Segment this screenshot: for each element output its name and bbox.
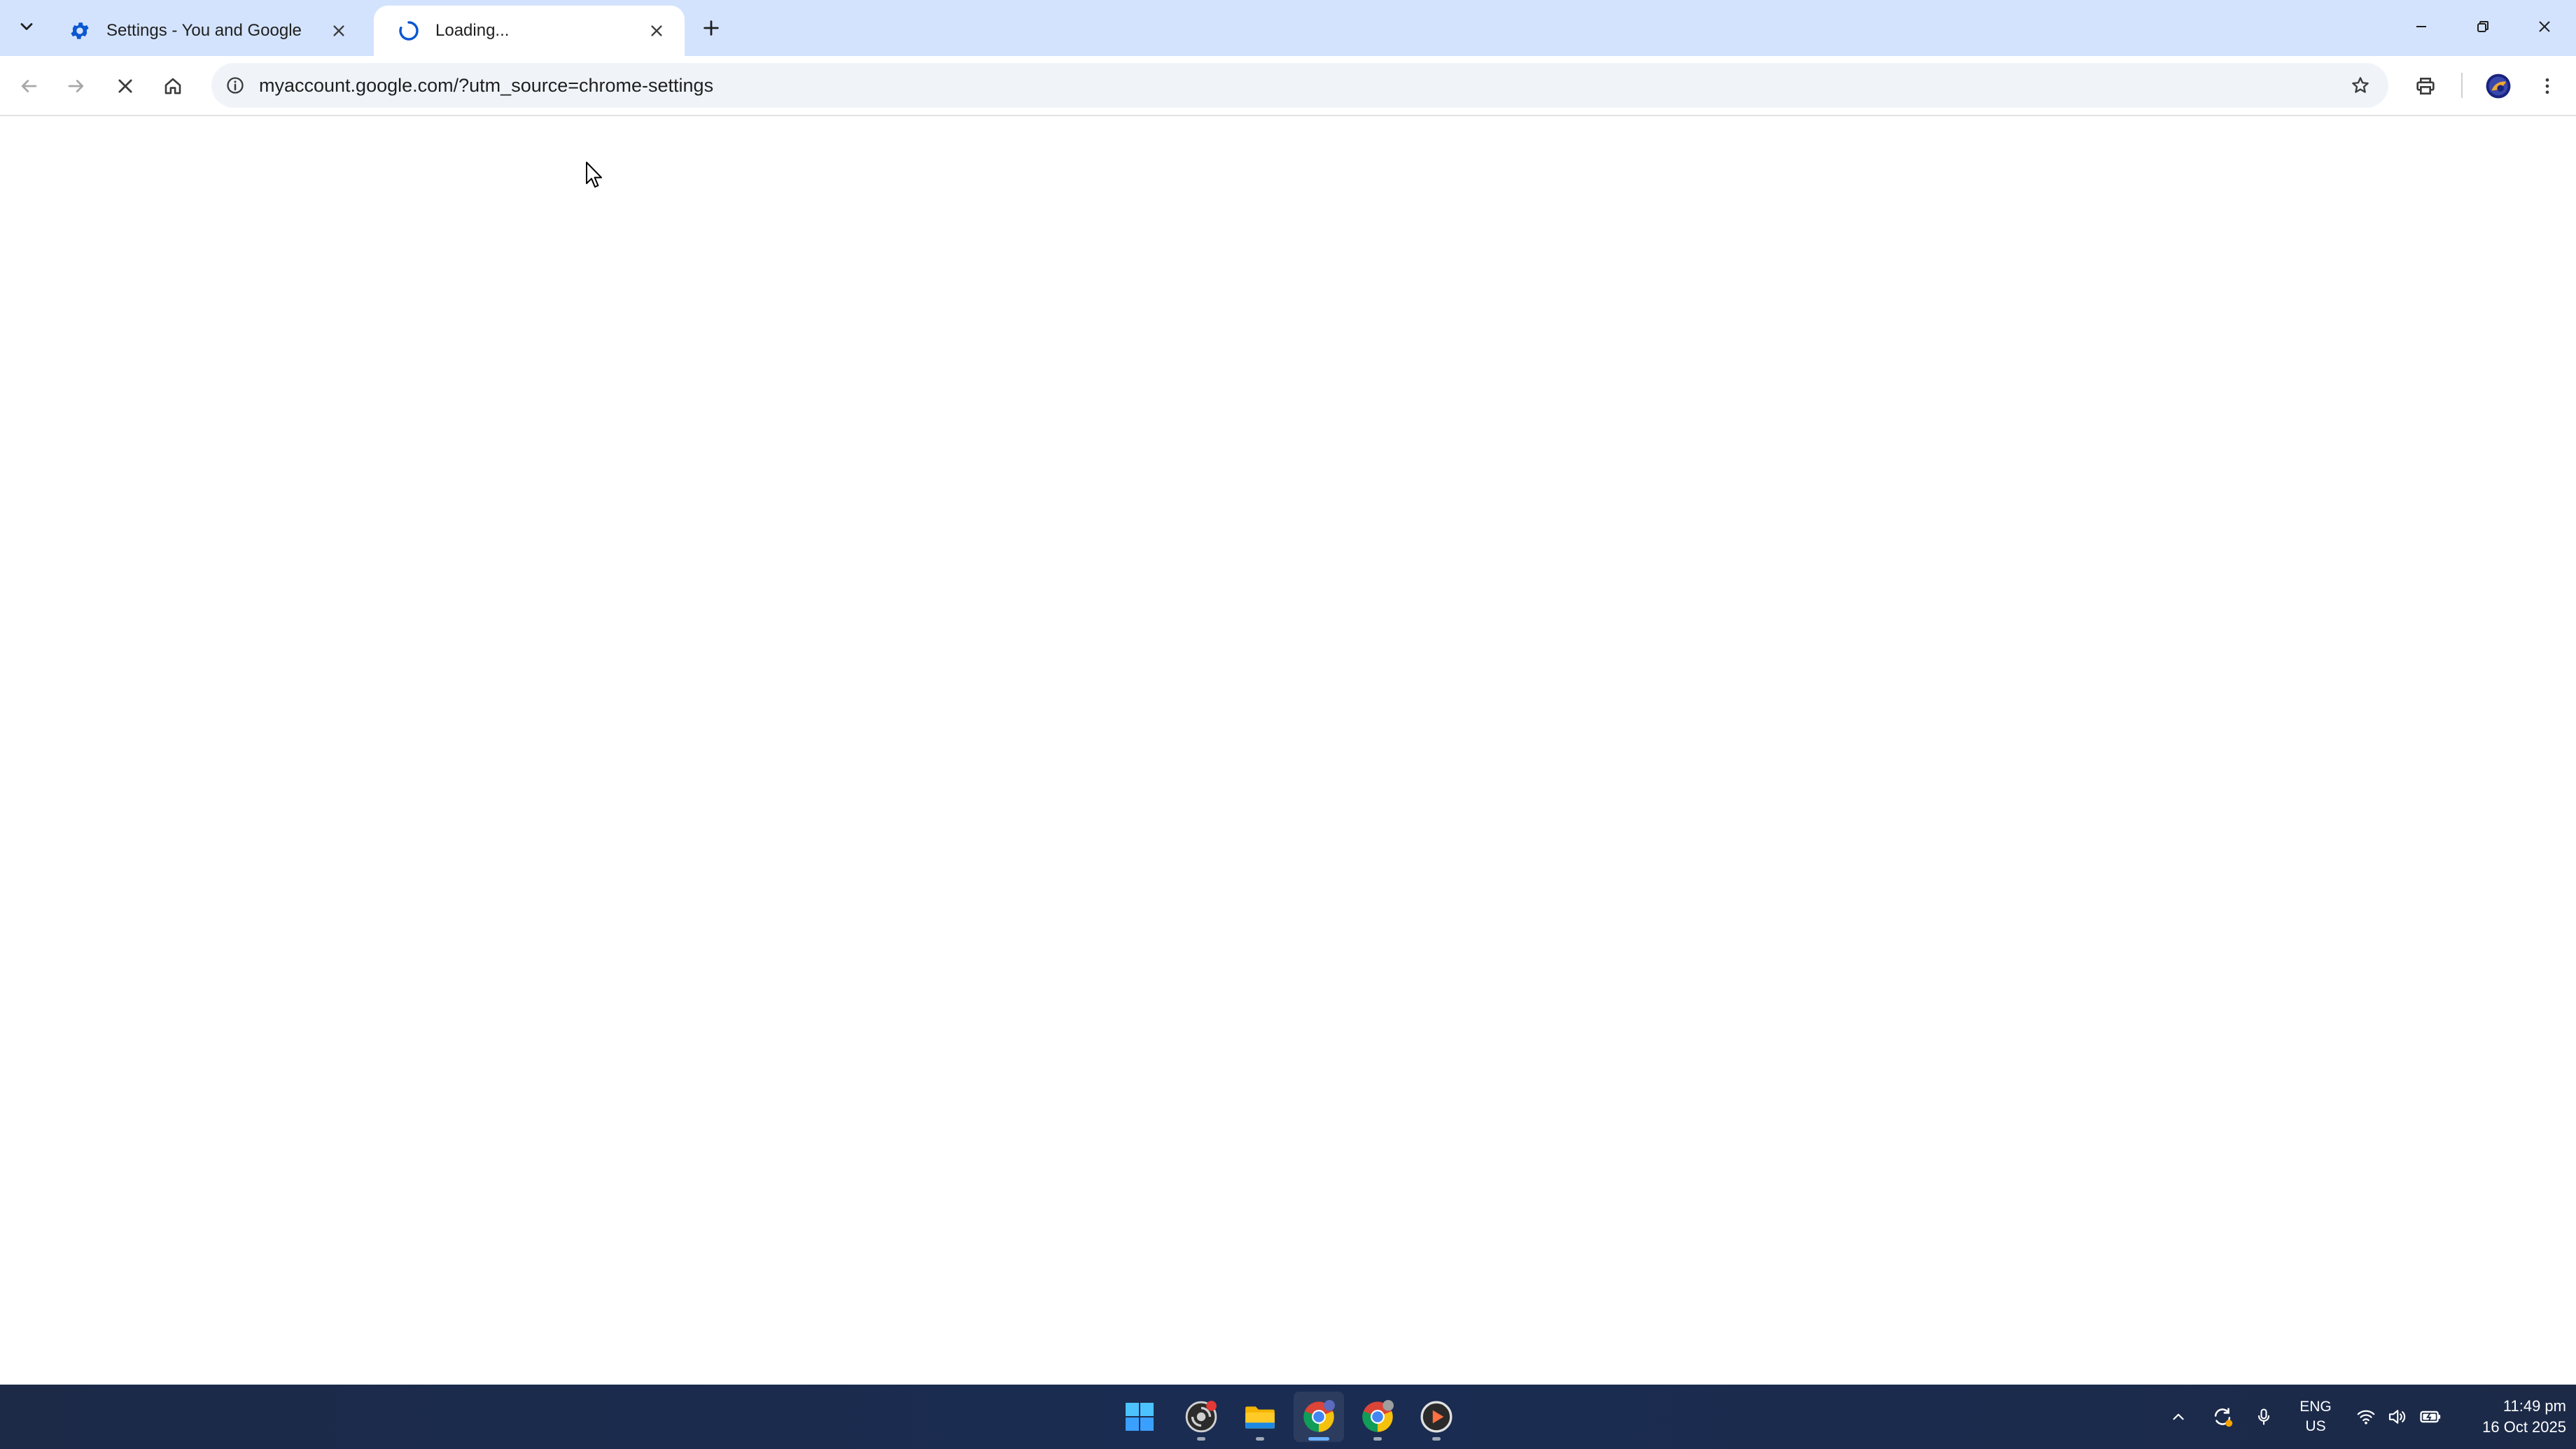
toolbar-divider	[2461, 73, 2463, 98]
language-code: ENG	[2300, 1399, 2332, 1415]
chrome-icon	[1303, 1399, 1335, 1432]
close-icon	[118, 79, 132, 93]
print-button[interactable]	[2408, 69, 2443, 104]
network-button[interactable]	[2352, 1385, 2380, 1449]
more-vertical-icon	[2545, 78, 2549, 94]
avatar-icon	[2486, 74, 2511, 99]
running-indicator	[1432, 1437, 1441, 1441]
bookmark-button[interactable]	[2345, 70, 2376, 101]
running-indicator	[1373, 1437, 1382, 1441]
sync-icon	[2214, 1408, 2233, 1427]
back-button[interactable]	[11, 69, 46, 104]
arrow-left-icon	[21, 80, 37, 92]
new-tab-button[interactable]	[696, 13, 727, 43]
info-icon	[227, 77, 244, 94]
address-bar[interactable]: myaccount.google.com/?utm_source=chrome-…	[211, 63, 2388, 108]
chevron-up-icon	[2173, 1413, 2184, 1420]
microphone-icon	[2258, 1408, 2270, 1425]
plus-icon	[704, 20, 719, 36]
restore-button[interactable]	[2453, 0, 2513, 53]
file-explorer-icon	[1245, 1406, 1275, 1429]
browser-toolbar: myaccount.google.com/?utm_source=chrome-…	[0, 56, 2576, 116]
battery-button[interactable]	[2415, 1385, 2446, 1449]
screen: Settings - You and Google Loading... mya…	[0, 0, 2576, 1449]
show-hidden-icons-button[interactable]	[2164, 1385, 2192, 1449]
wifi-icon	[2357, 1410, 2375, 1424]
taskbar-chrome-profile[interactable]	[1176, 1392, 1226, 1442]
gear-icon	[67, 18, 92, 43]
clock-time: 11:49 pm	[2502, 1397, 2566, 1415]
taskbar-file-explorer[interactable]	[1235, 1392, 1285, 1442]
close-icon	[651, 25, 662, 36]
restore-icon	[2477, 21, 2488, 32]
speaker-icon	[2388, 1410, 2406, 1424]
tab-search-button[interactable]	[10, 10, 43, 43]
home-button[interactable]	[155, 69, 190, 104]
running-indicator	[1197, 1437, 1205, 1441]
tab-title: Settings - You and Google	[106, 21, 302, 40]
clock-date: 16 Oct 2025	[2482, 1418, 2566, 1436]
microphone-button[interactable]	[2250, 1385, 2278, 1449]
chrome-icon	[1362, 1399, 1394, 1432]
close-tab-button[interactable]	[325, 17, 353, 45]
start-button[interactable]	[1114, 1392, 1165, 1442]
close-window-button[interactable]	[2514, 0, 2575, 53]
minimize-icon	[2416, 26, 2426, 27]
running-indicator	[1256, 1437, 1264, 1441]
minimize-button[interactable]	[2391, 0, 2451, 53]
stop-loading-button[interactable]	[108, 69, 143, 104]
chrome-menu-button[interactable]	[2530, 69, 2565, 104]
taskbar-chrome-2[interactable]	[1352, 1392, 1403, 1442]
loading-spinner-icon	[396, 18, 421, 43]
printer-icon	[2416, 78, 2435, 94]
close-tab-button[interactable]	[643, 17, 671, 45]
volume-button[interactable]	[2383, 1385, 2411, 1449]
url-text[interactable]: myaccount.google.com/?utm_source=chrome-…	[259, 63, 713, 108]
media-player-icon	[1420, 1401, 1452, 1433]
profile-avatar-button[interactable]	[2481, 69, 2516, 104]
tab-loading[interactable]: Loading...	[374, 6, 685, 56]
close-icon	[2539, 21, 2550, 32]
arrow-right-icon	[68, 80, 84, 92]
start-icon	[1126, 1403, 1154, 1431]
tab-settings[interactable]: Settings - You and Google	[45, 6, 367, 56]
keyboard-layout: US	[2305, 1418, 2326, 1434]
home-icon	[164, 78, 181, 94]
tab-title: Loading...	[435, 21, 510, 40]
close-icon	[333, 25, 344, 36]
tab-strip: Settings - You and Google Loading...	[0, 0, 2576, 56]
taskbar-chrome[interactable]	[1294, 1392, 1344, 1442]
battery-icon	[2420, 1410, 2441, 1423]
site-info-button[interactable]	[220, 70, 251, 101]
clock-button[interactable]: 11:49 pm 16 Oct 2025	[2454, 1385, 2566, 1449]
star-icon	[2352, 77, 2369, 93]
page-content	[0, 116, 2576, 1385]
mouse-cursor-icon	[586, 162, 602, 188]
input-language-button[interactable]: ENG US	[2293, 1385, 2338, 1449]
taskbar-media-player[interactable]	[1411, 1392, 1462, 1442]
update-tray-button[interactable]	[2206, 1385, 2239, 1449]
running-indicator	[1308, 1437, 1329, 1441]
forward-button[interactable]	[59, 69, 94, 104]
taskbar: ENG US 11:49 pm 16 Oct 2025	[0, 1385, 2576, 1449]
chrome-profile-icon	[1185, 1401, 1217, 1433]
chevron-down-icon	[20, 23, 33, 30]
